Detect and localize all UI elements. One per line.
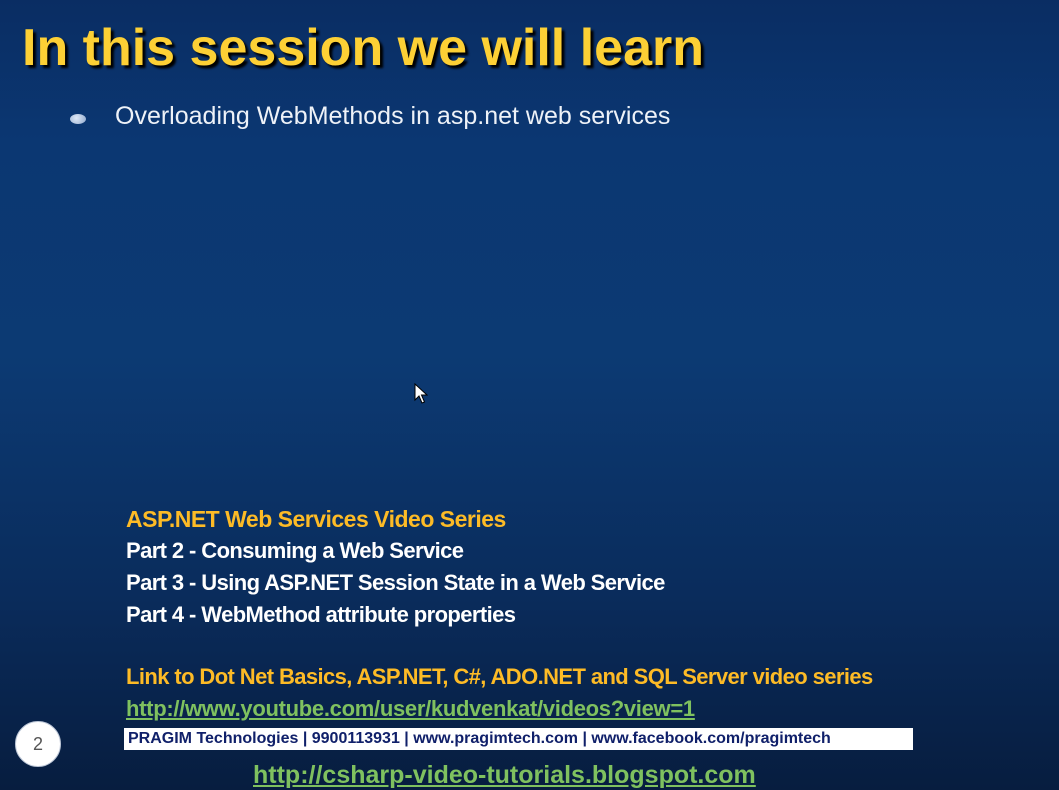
mouse-pointer-icon	[414, 383, 428, 404]
oval-bullet-icon	[70, 113, 86, 124]
series-part-4: Part 4 - WebMethod attribute properties	[126, 602, 516, 627]
presentation-slide: In this session we will learn Overloadin…	[0, 0, 1059, 790]
series-part-3: Part 3 - Using ASP.NET Session State in …	[126, 570, 665, 595]
link-heading: Link to Dot Net Basics, ASP.NET, C#, ADO…	[126, 664, 873, 689]
series-part-2: Part 2 - Consuming a Web Service	[126, 538, 464, 563]
pragim-contact-bar: PRAGIM Technologies | 9900113931 | www.p…	[124, 728, 913, 750]
blog-link[interactable]: http://csharp-video-tutorials.blogspot.c…	[253, 761, 756, 790]
bullet-text: Overloading WebMethods in asp.net web se…	[115, 102, 671, 130]
youtube-link[interactable]: http://www.youtube.com/user/kudvenkat/vi…	[126, 696, 695, 722]
bullet-item: Overloading WebMethods in asp.net web se…	[70, 102, 670, 131]
bullet-list: Overloading WebMethods in asp.net web se…	[70, 102, 670, 131]
series-title: ASP.NET Web Services Video Series	[126, 506, 506, 532]
slide-title: In this session we will learn	[22, 19, 704, 77]
video-series-block: ASP.NET Web Services Video Series Part 2…	[126, 504, 665, 631]
slide-number-badge: 2	[15, 721, 61, 767]
